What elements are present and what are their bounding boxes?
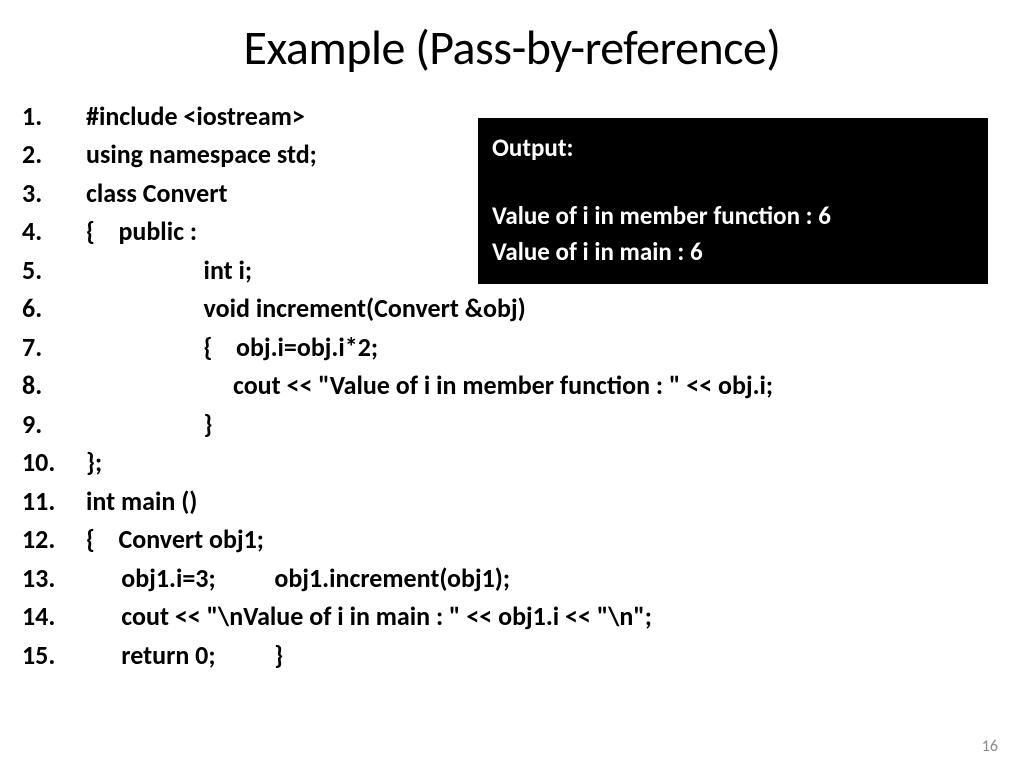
code-text: #include <iostream>: [68, 97, 305, 135]
code-text: int i;: [68, 251, 252, 289]
code-text: obj1.i=3; obj1.increment(obj1);: [68, 559, 510, 597]
code-line: return 0; }: [20, 636, 1004, 674]
code-text: int main (): [68, 482, 197, 520]
code-text: void increment(Convert &obj): [68, 289, 526, 327]
code-line: cout << "\nValue of i in main : " << obj…: [20, 597, 1004, 635]
output-box: Output: Value of i in member function : …: [478, 118, 988, 284]
code-text: using namespace std;: [68, 135, 317, 173]
code-text: class Convert: [68, 174, 227, 212]
code-line: };: [20, 443, 1004, 481]
code-line: { Convert obj1;: [20, 520, 1004, 558]
code-text: cout << "Value of i in member function :…: [68, 366, 773, 404]
page-number: 16: [982, 737, 998, 756]
code-text: };: [68, 443, 102, 481]
slide-title: Example (Pass-by-reference): [0, 0, 1024, 97]
code-text: }: [68, 405, 213, 443]
code-line: int main (): [20, 482, 1004, 520]
code-line: cout << "Value of i in member function :…: [20, 366, 1004, 404]
output-line: Value of i in main : 6: [492, 234, 974, 270]
code-text: cout << "\nValue of i in main : " << obj…: [68, 597, 652, 635]
code-line: obj1.i=3; obj1.increment(obj1);: [20, 559, 1004, 597]
output-label: Output:: [492, 130, 974, 166]
code-line: }: [20, 405, 1004, 443]
code-text: { public :: [68, 212, 197, 250]
code-text: { obj.i=obj.i*2;: [68, 328, 378, 366]
code-line: void increment(Convert &obj): [20, 289, 1004, 327]
code-text: { Convert obj1;: [68, 520, 264, 558]
code-line: { obj.i=obj.i*2;: [20, 328, 1004, 366]
output-line: Value of i in member function : 6: [492, 198, 974, 234]
code-text: return 0; }: [68, 636, 283, 674]
